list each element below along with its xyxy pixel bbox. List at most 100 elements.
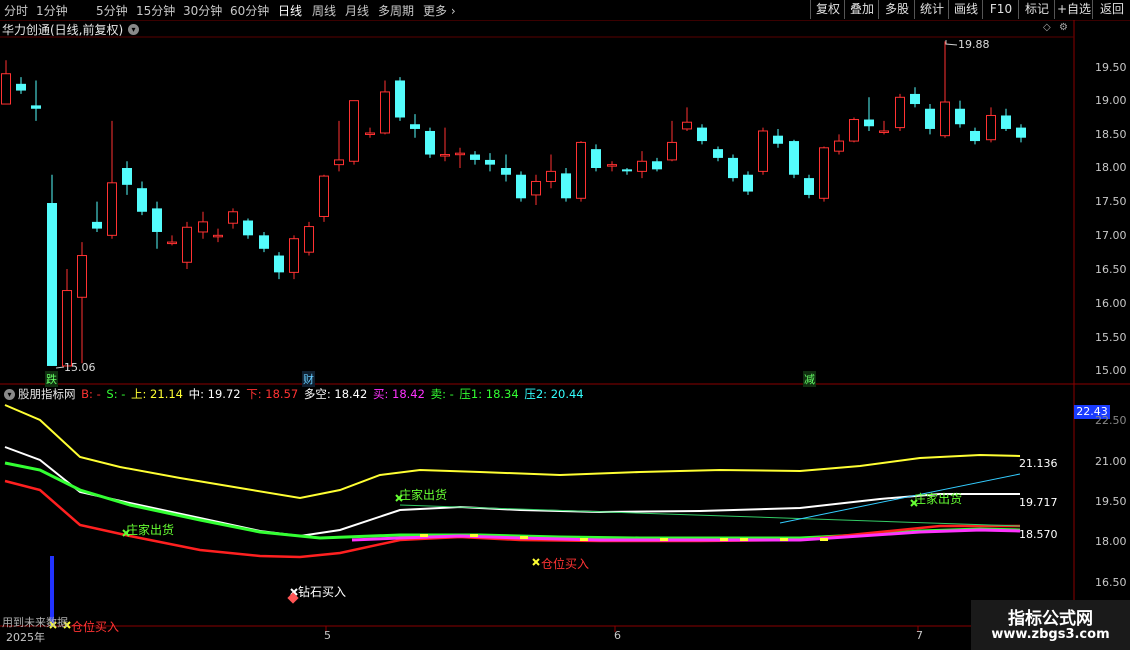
candle-body-down [561, 173, 571, 199]
buy-line-highlight [520, 536, 528, 539]
signal-position-buy: 仓位买入 [71, 620, 120, 634]
candle-body-down [137, 188, 147, 212]
candle-body-down [652, 161, 662, 170]
indicator-tick: 18.00 [1095, 535, 1127, 548]
candle-body-down [864, 119, 874, 127]
buy-line-highlight [580, 538, 588, 541]
signal-position-buy: 仓位买入 [541, 557, 590, 571]
candle-body-down [804, 178, 814, 195]
candle-body-up [228, 211, 238, 224]
candle-body-down [910, 93, 920, 105]
price-tick: 18.00 [1095, 161, 1127, 174]
candle-body-up [440, 154, 450, 157]
candle-body-up [607, 164, 617, 167]
watermark: 指标公式网 www.zbgs3.com [971, 600, 1130, 650]
candle-body-up [289, 238, 299, 273]
candle-body-up [182, 226, 192, 263]
candle-body-down [925, 108, 935, 129]
candle-body-down [622, 169, 632, 172]
indicator-header: 股朋指标网 B: - S: - 上: 21.14 中: 19.72 下: 18.… [18, 386, 586, 402]
signal-dealer-sell: 庄家出货 [399, 488, 448, 502]
indicator-item-press2: 压2: 20.44 [524, 387, 584, 401]
candle-body-down [274, 255, 284, 273]
high-price-label: 19.88 [958, 38, 990, 51]
candle-body-up [319, 175, 329, 217]
signal-diamond-buy: 钻石买入 [298, 585, 347, 599]
candle-body-down [591, 149, 601, 168]
indicator-item-longshort: 多空: 18.42 [303, 387, 368, 401]
price-tick: 19.00 [1095, 94, 1127, 107]
candle-body-down [243, 220, 253, 236]
candle-body-up [667, 141, 677, 161]
candle-body-up [167, 241, 177, 245]
candle-body-up [455, 152, 465, 156]
candle-body-up [637, 160, 647, 172]
indicator-chevron-icon[interactable]: ▾ [4, 389, 15, 400]
candle-body-up [682, 121, 692, 130]
event-marker-finance[interactable]: 财 [302, 371, 315, 387]
watermark-url: www.zbgs3.com [991, 627, 1110, 642]
indicator-item-middle: 中: 19.72 [188, 387, 241, 401]
low-price-label: 15.06 [64, 361, 96, 374]
candle-body-up [62, 290, 72, 367]
lower-band-line [4, 479, 1020, 559]
indicator-item-press1: 压1: 18.34 [459, 387, 519, 401]
candle-body-down [501, 168, 511, 175]
candle-body-up [758, 130, 768, 172]
indicator-tick: 21.00 [1095, 455, 1127, 468]
candle-body-down [773, 135, 783, 144]
indicator-item-b: B: - [81, 387, 101, 401]
candle-body-down [970, 130, 980, 142]
indicator-item-buy: 买: 18.42 [372, 387, 425, 401]
candle-body-up [349, 100, 359, 162]
indicator-name: 股朋指标网 [18, 387, 76, 401]
price-tick: 19.50 [1095, 61, 1127, 74]
candle-body-up [77, 255, 87, 298]
candle-body-down [16, 83, 26, 91]
signal-dealer-sell: 庄家出货 [126, 523, 175, 537]
candle-body-down [728, 157, 738, 179]
watermark-title: 指标公式网 [1008, 609, 1093, 629]
x-axis-label: 7 [916, 629, 923, 642]
price-tick: 17.50 [1095, 195, 1127, 208]
candle-body-up [334, 159, 344, 166]
buy-line-highlight [470, 534, 478, 537]
buy-line-highlight [780, 538, 788, 541]
candle-body-down [395, 80, 405, 118]
candle-body-down [713, 149, 723, 158]
candle-body-up [895, 96, 905, 129]
candle-body-up [380, 91, 390, 134]
indicator-item-s: S: - [106, 387, 126, 401]
candle-body-up [546, 170, 556, 182]
candle-body-up [304, 226, 314, 253]
buy-line-highlight [660, 538, 668, 541]
candle-body-down [47, 203, 57, 366]
candle-body-up [576, 141, 586, 199]
future-data-note: 用到未来数据 [2, 616, 68, 629]
candle-body-down [1016, 127, 1026, 138]
event-marker-reduce[interactable]: 减 [803, 371, 816, 387]
buy-line-highlight [420, 534, 428, 537]
pressure2-line [779, 473, 1021, 524]
candle-body-up [198, 221, 208, 233]
indicator-item-sell: 卖: - [430, 387, 454, 401]
candle-body-down [92, 221, 102, 229]
indicator-item-lower: 下: 18.57 [246, 387, 299, 401]
upper-end-label: 21.136 [1019, 457, 1058, 470]
signal-dealer-sell: 庄家出货 [914, 492, 963, 506]
candle-body-down [1001, 115, 1011, 129]
price-tick: 15.50 [1095, 331, 1127, 344]
candle-body-down [122, 168, 132, 185]
buy-line-highlight [740, 538, 748, 541]
candle-body-up [986, 114, 996, 141]
indicator-tick: 19.50 [1095, 495, 1127, 508]
candle-body-down [31, 105, 41, 109]
candle-body-down [955, 108, 965, 125]
candle-body-down [259, 235, 269, 249]
candle-body-up [365, 132, 375, 135]
middle-end-label: 19.717 [1019, 496, 1058, 509]
indicator-tick: 22.50 [1095, 414, 1127, 427]
kline-chart[interactable] [0, 0, 1130, 650]
event-marker-drop[interactable]: 跌 [45, 371, 58, 387]
buy-line-highlight [720, 538, 728, 541]
